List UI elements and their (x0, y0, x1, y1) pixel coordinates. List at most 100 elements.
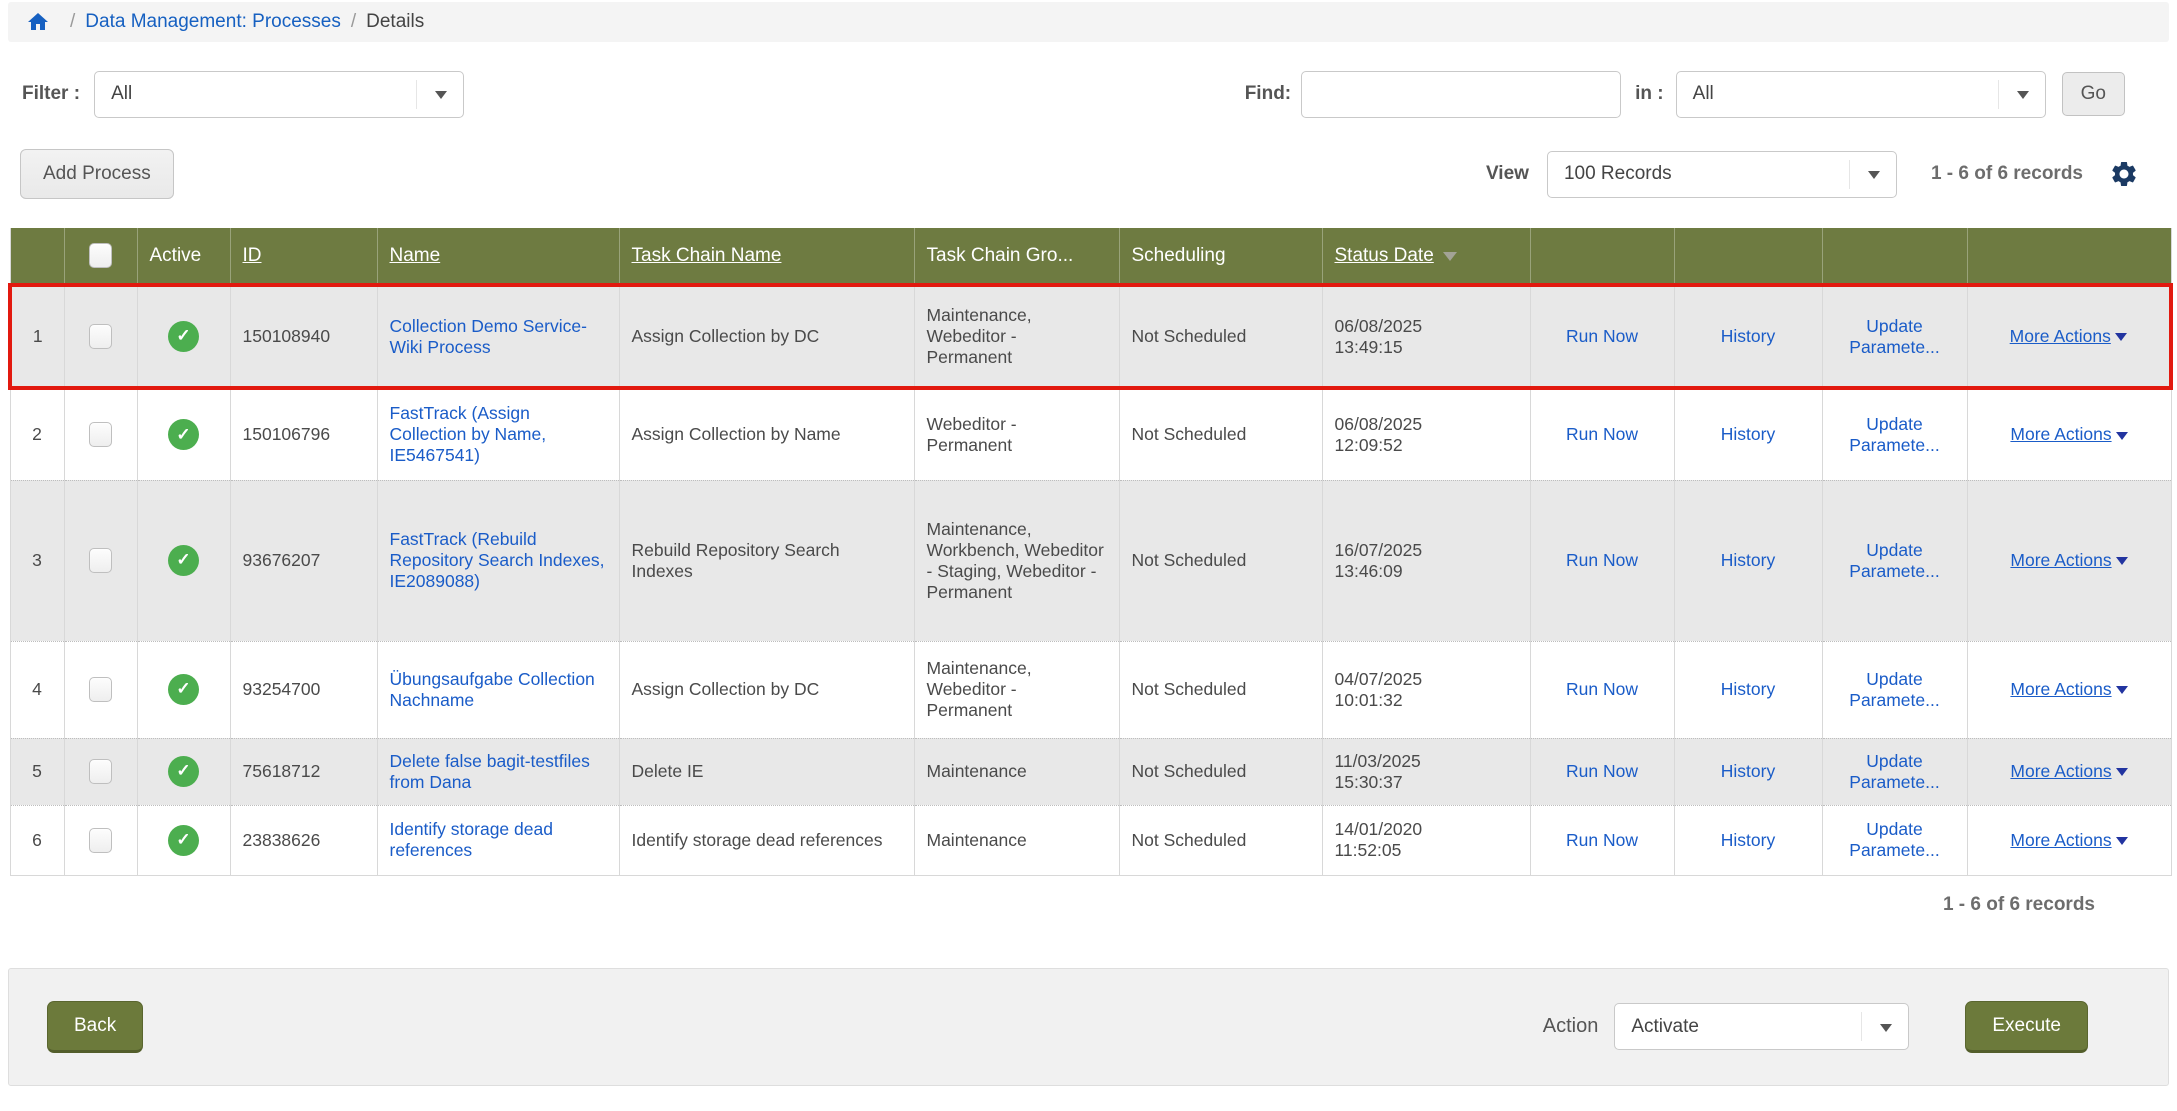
select-all-checkbox[interactable] (89, 243, 112, 268)
history-cell: History (1674, 738, 1822, 805)
update-parameters-link[interactable]: Update Paramete... (1849, 669, 1939, 710)
run-now-cell: Run Now (1530, 388, 1674, 480)
active-cell: ✓ (137, 805, 230, 875)
process-name-link[interactable]: FastTrack (Assign Collection by Name, IE… (390, 403, 547, 465)
gear-icon[interactable] (2109, 159, 2139, 189)
run-now-link[interactable]: Run Now (1566, 550, 1638, 570)
history-link[interactable]: History (1721, 424, 1775, 444)
update-parameters-link[interactable]: Update Paramete... (1849, 316, 1939, 357)
row-checkbox[interactable] (89, 324, 112, 349)
run-now-cell: Run Now (1530, 285, 1674, 388)
action-group: Action Activate Execute (1543, 1001, 2130, 1053)
update-parameters-link[interactable]: Update Paramete... (1849, 819, 1939, 860)
header-checkbox-cell (64, 228, 137, 285)
more-actions-link[interactable]: More Actions (2010, 424, 2127, 444)
header-run-now (1530, 228, 1674, 285)
chevron-down-icon (1868, 171, 1880, 179)
chevron-down-icon (2017, 91, 2029, 99)
check-circle-icon: ✓ (168, 674, 199, 705)
sort-name[interactable]: Name (390, 245, 441, 266)
sort-task-chain-name[interactable]: Task Chain Name (632, 245, 782, 266)
caret-down-icon (2116, 686, 2128, 694)
header-id: ID (230, 228, 377, 285)
in-label: in : (1635, 83, 1664, 105)
process-id: 150106796 (230, 388, 377, 480)
back-button[interactable]: Back (47, 1001, 143, 1053)
more-actions-link[interactable]: More Actions (2010, 679, 2127, 699)
checkbox-cell (64, 285, 137, 388)
process-name-link[interactable]: Übungsaufgabe Collection Nachname (390, 669, 595, 710)
update-parameters-cell: Update Paramete... (1822, 388, 1967, 480)
more-actions-link[interactable]: More Actions (2010, 550, 2127, 570)
history-link[interactable]: History (1721, 679, 1775, 699)
breadcrumb-link-processes[interactable]: Data Management: Processes (85, 11, 341, 33)
more-actions-link[interactable]: More Actions (2010, 761, 2127, 781)
more-actions-cell: More Actions (1967, 805, 2171, 875)
status-date: 14/01/202011:52:05 (1322, 805, 1530, 875)
row-checkbox[interactable] (89, 828, 112, 853)
run-now-link[interactable]: Run Now (1566, 830, 1638, 850)
run-now-link[interactable]: Run Now (1566, 679, 1638, 699)
more-actions-cell: More Actions (1967, 738, 2171, 805)
action-select[interactable]: Activate (1614, 1003, 1909, 1050)
checkbox-cell (64, 641, 137, 738)
caret-down-icon (2116, 557, 2128, 565)
row-checkbox[interactable] (89, 759, 112, 784)
task-chain-groups: Maintenance, Webeditor - Permanent (914, 641, 1119, 738)
history-link[interactable]: History (1721, 830, 1775, 850)
task-chain-name: Assign Collection by Name (619, 388, 914, 480)
active-cell: ✓ (137, 285, 230, 388)
active-cell: ✓ (137, 480, 230, 641)
sort-id[interactable]: ID (243, 245, 262, 266)
row-checkbox[interactable] (89, 677, 112, 702)
home-icon[interactable] (26, 10, 50, 34)
process-name-link[interactable]: Identify storage dead references (390, 819, 553, 860)
process-name-link[interactable]: FastTrack (Rebuild Repository Search Ind… (390, 529, 605, 591)
scheduling: Not Scheduled (1119, 480, 1322, 641)
update-parameters-link[interactable]: Update Paramete... (1849, 414, 1939, 455)
in-select-value: All (1693, 83, 1714, 105)
find-group: Find: in : All Go (1245, 71, 2169, 118)
history-link[interactable]: History (1721, 326, 1775, 346)
row-checkbox[interactable] (89, 548, 112, 573)
update-parameters-link[interactable]: Update Paramete... (1849, 751, 1939, 792)
breadcrumb: / Data Management: Processes / Details (8, 2, 2169, 42)
run-now-cell: Run Now (1530, 641, 1674, 738)
row-checkbox[interactable] (89, 422, 112, 447)
more-actions-link[interactable]: More Actions (2010, 326, 2127, 346)
row-number: 3 (10, 480, 64, 641)
history-link[interactable]: History (1721, 761, 1775, 781)
history-cell: History (1674, 388, 1822, 480)
run-now-link[interactable]: Run Now (1566, 326, 1638, 346)
in-select[interactable]: All (1676, 71, 2046, 118)
header-task-chain-name: Task Chain Name (619, 228, 914, 285)
check-circle-icon: ✓ (168, 825, 199, 856)
table-row: 4 ✓ 93254700 Übungsaufgabe Collection Na… (10, 641, 2171, 738)
active-cell: ✓ (137, 738, 230, 805)
more-actions-link[interactable]: More Actions (2010, 830, 2127, 850)
page: / Data Management: Processes / Details F… (0, 2, 2177, 1086)
process-name-link[interactable]: Collection Demo Service-Wiki Process (390, 316, 587, 357)
run-now-cell: Run Now (1530, 738, 1674, 805)
header-more-actions (1967, 228, 2171, 285)
filter-select[interactable]: All (94, 71, 464, 118)
execute-button[interactable]: Execute (1965, 1001, 2088, 1053)
go-button[interactable]: Go (2062, 72, 2125, 116)
status-date: 06/08/202513:49:15 (1322, 285, 1530, 388)
update-parameters-link[interactable]: Update Paramete... (1849, 540, 1939, 581)
view-select[interactable]: 100 Records (1547, 151, 1897, 198)
find-input[interactable] (1301, 71, 1621, 118)
history-cell: History (1674, 805, 1822, 875)
add-process-button[interactable]: Add Process (20, 149, 174, 199)
update-parameters-cell: Update Paramete... (1822, 738, 1967, 805)
process-name-link[interactable]: Delete false bagit-testfiles from Dana (390, 751, 590, 792)
task-chain-groups: Maintenance, Workbench, Webeditor - Stag… (914, 480, 1119, 641)
header-row-number (10, 228, 64, 285)
sort-status-date[interactable]: Status Date (1335, 245, 1434, 266)
header-task-chain-group: Task Chain Gro... (914, 228, 1119, 285)
more-actions-cell: More Actions (1967, 388, 2171, 480)
process-id: 150108940 (230, 285, 377, 388)
run-now-link[interactable]: Run Now (1566, 761, 1638, 781)
run-now-link[interactable]: Run Now (1566, 424, 1638, 444)
history-link[interactable]: History (1721, 550, 1775, 570)
